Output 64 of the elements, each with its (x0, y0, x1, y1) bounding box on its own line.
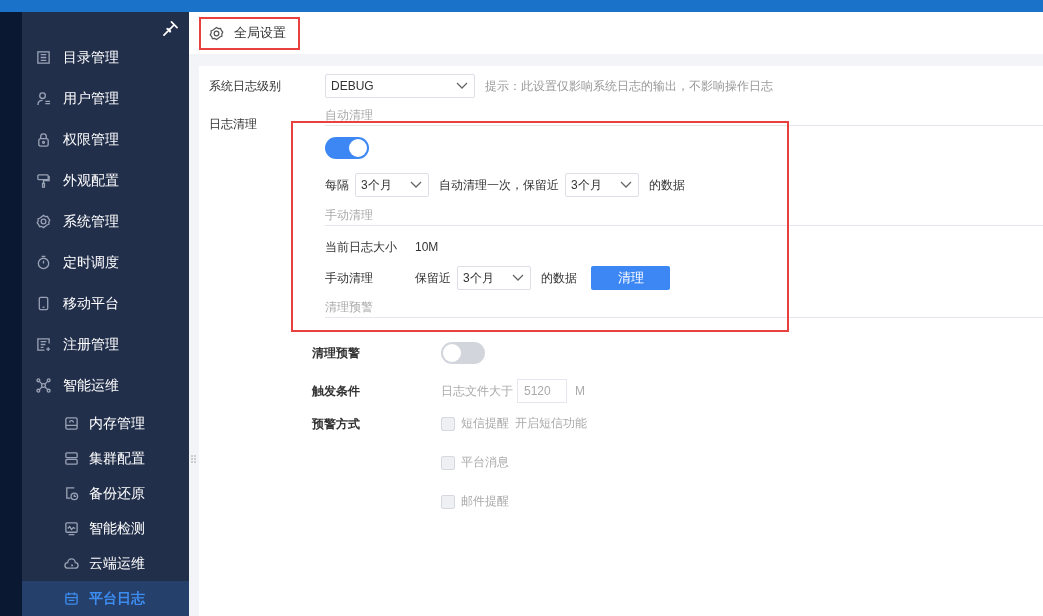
label-text: 保留近 (415, 269, 451, 287)
paint-roller-icon (36, 173, 51, 188)
gear-icon (209, 25, 224, 41)
field-label: 触发条件 (312, 382, 361, 400)
sidebar-subitem[interactable]: 备份还原 (22, 476, 189, 511)
sidebar-item[interactable]: 定时调度 (22, 242, 189, 283)
lock-icon (36, 132, 51, 147)
network-icon (36, 378, 51, 393)
toggle-switch[interactable] (441, 342, 485, 364)
sidebar-item[interactable]: 系统管理 (22, 201, 189, 242)
label-text: 的数据 (541, 269, 577, 287)
interval-select[interactable]: 3个月 (355, 173, 429, 197)
chevron-icon (456, 82, 468, 90)
field-label: 预警方式 (312, 416, 361, 433)
label-text: 自动清理一次，保留近 (439, 176, 559, 194)
label-text: 每隔 (325, 176, 349, 194)
sidebar-subitem[interactable]: 集群配置 (22, 441, 189, 476)
chevron-icon (410, 181, 422, 189)
stopwatch-icon (36, 255, 51, 270)
group-title: 清理预警 (325, 298, 1043, 318)
note-text: 开启短信功能 (515, 415, 587, 432)
field-label: 系统日志级别 (209, 77, 282, 95)
sidebar-item[interactable]: 权限管理 (22, 119, 189, 160)
size-value: 10M (415, 240, 439, 254)
hint-text: 提示：此设置仅影响系统日志的输出，不影响操作日志 (485, 77, 773, 95)
resize-handle[interactable] (191, 455, 196, 465)
level-select[interactable]: DEBUG (325, 74, 475, 98)
label-text: 日志文件大于 (441, 382, 513, 400)
tab[interactable]: 全局设置 (201, 18, 298, 48)
form-icon (36, 337, 51, 352)
label-text: 手动清理 (325, 269, 374, 287)
sidebar-item[interactable]: 目录管理 (22, 37, 189, 78)
chevron-icon (512, 274, 524, 282)
chevron-icon (620, 181, 632, 189)
pin-icon[interactable] (163, 21, 178, 36)
label-text: 的数据 (649, 176, 685, 194)
monitor-icon (64, 521, 79, 536)
sidebar-subitem[interactable]: 云端运维 (22, 546, 189, 581)
sidebar-item[interactable]: 用户管理 (22, 78, 189, 119)
restore-icon (64, 486, 79, 501)
sidebar-item[interactable]: 移动平台 (22, 283, 189, 324)
gear-icon (36, 214, 51, 229)
toggle-switch[interactable] (325, 137, 369, 159)
group-title: 手动清理 (325, 206, 1043, 226)
cloud-icon (64, 556, 79, 571)
field-label: 清理预警 (312, 344, 361, 362)
calendar-icon (64, 591, 79, 606)
retention-select[interactable]: 3个月 (565, 173, 639, 197)
user-icon (36, 91, 51, 106)
drive-icon (64, 416, 79, 431)
group-title: 自动清理 (325, 106, 1043, 126)
label-text: 当前日志大小 (325, 238, 398, 256)
unit-text: M (575, 384, 585, 398)
list-icon (36, 50, 51, 65)
retention-select[interactable]: 3个月 (457, 266, 531, 290)
sidebar-item[interactable]: 智能运维 (22, 365, 189, 406)
sidebar-subitem[interactable]: 智能检测 (22, 511, 189, 546)
sidebar-subitem[interactable]: 内存管理 (22, 406, 189, 441)
field-label: 日志清理 (209, 116, 258, 133)
sidebar-item[interactable]: 注册管理 (22, 324, 189, 365)
server-icon (64, 451, 79, 466)
sidebar-item[interactable]: 外观配置 (22, 160, 189, 201)
clean-button[interactable]: 清理 (591, 266, 670, 290)
phone-icon (36, 296, 51, 311)
